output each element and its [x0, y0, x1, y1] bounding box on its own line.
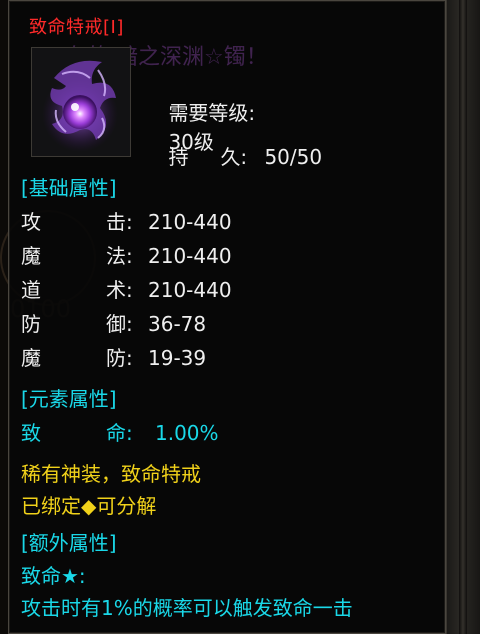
- stat-key-1: 道: [21, 278, 41, 302]
- stat-value: 210-440: [148, 278, 232, 302]
- element-stat-row: 致 命: 1.00%: [21, 417, 219, 446]
- stat-key-2: 命:: [106, 421, 133, 445]
- stat-key-2: 术:: [106, 278, 133, 302]
- extra-attribute-description: 攻击时有1%的概率可以触发致命一击: [21, 596, 353, 620]
- stat-row: 魔 法: 210-440: [21, 240, 232, 269]
- stat-value: 1.00%: [155, 421, 219, 445]
- stat-row: 防 御: 36-78: [21, 308, 206, 337]
- durability-label-1: 持: [168, 145, 189, 169]
- stat-row: 魔 防: 19-39: [21, 342, 206, 371]
- rarity-line: 稀有神装，致命特戒: [21, 462, 201, 486]
- stat-row: 攻 击: 210-440: [21, 206, 232, 235]
- stat-key-2: 防:: [106, 346, 133, 370]
- extra-attribute-title: 致命★:: [21, 564, 86, 588]
- stat-key-1: 魔: [21, 244, 41, 268]
- extra-attributes-header: [额外属性]: [21, 531, 117, 555]
- stat-key-2: 法:: [106, 244, 133, 268]
- stat-key-1: 攻: [21, 210, 41, 234]
- binding-line: 已绑定◆可分解: [21, 494, 157, 518]
- item-title: 致命特戒[I]: [29, 17, 124, 38]
- window-frame-edge: [446, 0, 480, 634]
- durability: 持 久: 50/50: [143, 117, 322, 194]
- durability-value: 50/50: [264, 145, 323, 169]
- stat-key-1: 致: [21, 421, 41, 445]
- stat-row: 道 术: 210-440: [21, 274, 232, 303]
- durability-label-2: 久:: [220, 145, 248, 169]
- stat-key-2: 击:: [106, 210, 133, 234]
- element-attributes-header: [元素属性]: [21, 387, 117, 411]
- stat-key-2: 御:: [106, 312, 133, 336]
- stat-value: 36-78: [148, 312, 207, 336]
- base-attributes-header: [基础属性]: [21, 176, 117, 200]
- item-tooltip: 有的 暗之深渊☆镯！ 致命特戒[I] 需要等级: 30级 持 久: 50/50 …: [8, 0, 446, 634]
- ring-icon: [31, 47, 131, 157]
- stat-key-1: 魔: [21, 346, 41, 370]
- stat-key-1: 防: [21, 312, 41, 336]
- stat-value: 19-39: [148, 346, 207, 370]
- stat-value: 210-440: [148, 210, 232, 234]
- stat-value: 210-440: [148, 244, 232, 268]
